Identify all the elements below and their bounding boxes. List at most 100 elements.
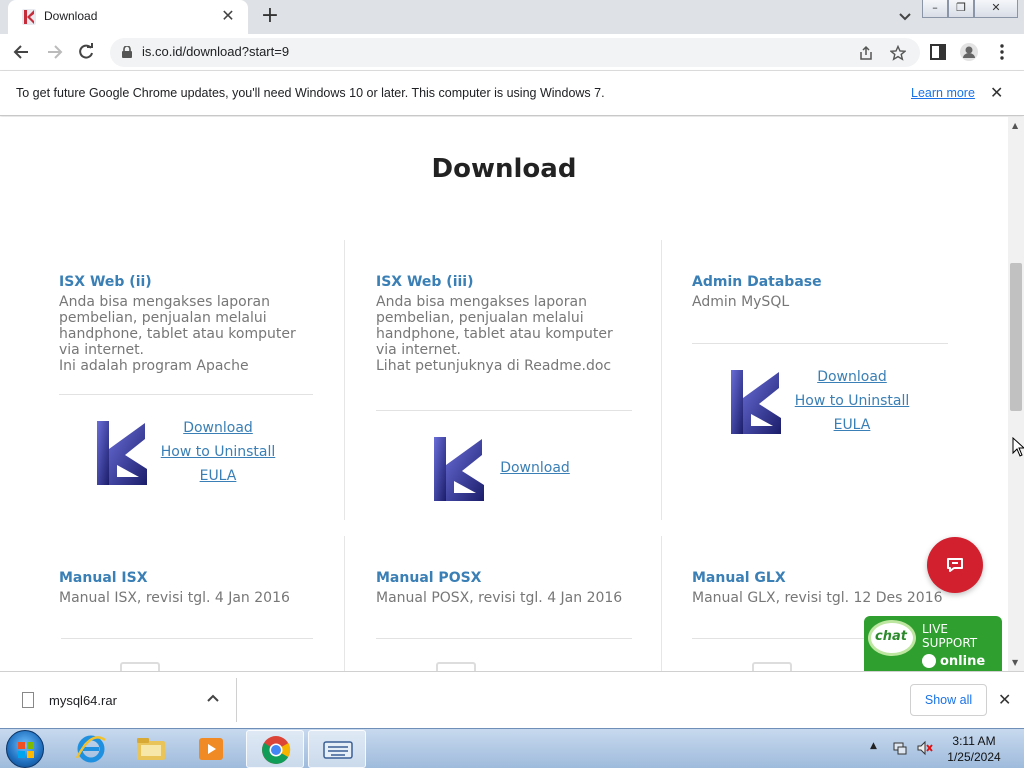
browser-toolbar: is.co.id/download?start=9 [0,34,1024,71]
card-desc-line: Anda bisa mengakses laporan pembelian, p… [376,294,613,358]
site-favicon-icon [22,9,36,25]
tray-expand-icon[interactable]: ▲ [870,741,877,751]
isx-logo-icon [432,435,488,503]
chat-button[interactable] [927,537,983,593]
page-scrollbar[interactable]: ▲ ▼ [1008,117,1024,671]
ie-glyph-icon [75,735,106,763]
column-divider [344,240,345,520]
browser-tab[interactable]: Download ✕ [8,0,248,34]
card-desc-line: Anda bisa mengakses laporan pembelian, p… [59,294,296,358]
download-link[interactable]: Download [792,365,912,389]
address-bar[interactable]: is.co.id/download?start=9 [110,38,920,67]
download-link[interactable]: Download [158,416,278,440]
card-separator [692,343,948,344]
file-icon [22,692,34,708]
live-support-badge[interactable]: chat LIVE SUPPORT online [864,616,1002,671]
page-title: Download [431,154,577,184]
share-icon[interactable] [858,45,874,61]
isx-logo-icon [729,368,785,436]
scroll-down-icon[interactable]: ▼ [1012,658,1018,667]
document-icon [752,662,792,671]
card-description: Manual ISX, revisi tgl. 4 Jan 2016 [59,590,290,606]
tab-search-icon[interactable] [896,8,914,26]
card-description: Anda bisa mengakses laporan pembelian, p… [376,294,636,374]
card-title-isx-web-iii[interactable]: ISX Web (iii) [376,274,474,290]
lock-icon[interactable] [122,46,132,58]
card-description: Anda bisa mengakses laporan pembelian, p… [59,294,319,374]
card-title-isx-web-ii[interactable]: ISX Web (ii) [59,274,152,290]
card-desc-line: Admin MySQL [692,294,790,310]
card-separator [59,394,313,395]
card-title-manual-isx[interactable]: Manual ISX [59,570,148,586]
card-separator [376,638,632,639]
how-to-uninstall-link[interactable]: How to Uninstall [792,389,912,413]
document-icon [436,662,476,671]
card-title-admin-database[interactable]: Admin Database [692,274,822,290]
download-file-name[interactable]: mysql64.rar [49,693,117,708]
chat-bubble-icon [947,558,963,572]
scrollbar-thumb[interactable] [1010,263,1022,411]
menu-kebab-icon[interactable] [992,42,1012,62]
download-links: Download How to Uninstall EULA [158,416,278,488]
download-links: Download How to Uninstall EULA [792,365,912,437]
tab-strip: Download ✕ + – ❐ ✕ [0,0,1024,34]
show-all-button[interactable]: Show all [910,684,987,716]
card-title-manual-glx[interactable]: Manual GLX [692,570,786,586]
chrome-glyph-icon [262,736,291,764]
chrome-taskbar-icon[interactable] [246,730,304,768]
taskbar-clock[interactable]: 3:11 AM 1/25/2024 [938,733,1010,765]
card-description: Admin MySQL [692,294,952,310]
download-shelf: mysql64.rar Show all ✕ [0,671,1024,728]
live-support-line: SUPPORT [922,636,978,650]
chevron-up-icon[interactable] [204,690,222,708]
how-to-uninstall-link[interactable]: How to Uninstall [158,440,278,464]
eula-link[interactable]: EULA [158,464,278,488]
volume-muted-icon[interactable] [916,740,934,756]
mouse-cursor-icon [1012,437,1024,457]
arrow-right-icon [922,654,936,668]
reload-icon[interactable] [76,42,96,62]
minimize-button[interactable]: – [922,0,948,18]
eula-link[interactable]: EULA [792,413,912,437]
file-explorer-icon[interactable] [122,730,180,768]
media-glyph-icon [199,738,223,760]
live-support-line: LIVE [922,622,949,636]
scroll-up-icon[interactable]: ▲ [1012,121,1018,130]
profile-avatar-icon[interactable] [959,42,979,62]
live-support-bubble-text: chat [875,629,907,644]
tab-close-icon[interactable]: ✕ [218,6,238,26]
card-title-manual-posx[interactable]: Manual POSX [376,570,481,586]
clock-date: 1/25/2024 [947,750,1001,764]
restore-button[interactable]: ❐ [948,0,974,18]
media-player-icon[interactable] [182,730,240,768]
network-icon[interactable] [892,740,908,756]
infobar-close-icon[interactable]: ✕ [990,83,1003,102]
forward-icon[interactable] [44,42,64,62]
keyboard-app-icon[interactable] [308,730,366,768]
card-desc-line: Ini adalah program Apache [59,358,249,374]
card-desc-line: Lihat petunjuknya di Readme.doc [376,358,612,374]
bookmark-star-icon[interactable] [890,45,906,61]
download-link[interactable]: Download [498,456,572,480]
card-separator [692,638,872,639]
side-panel-icon[interactable] [928,42,948,62]
tab-title: Download [44,9,98,23]
learn-more-link[interactable]: Learn more [911,86,975,100]
back-icon[interactable] [12,42,32,62]
update-infobar: To get future Google Chrome updates, you… [0,71,1024,116]
window-close-button[interactable]: ✕ [974,0,1018,18]
url-text: is.co.id/download?start=9 [142,44,290,59]
card-description: Manual POSX, revisi tgl. 4 Jan 2016 [376,590,623,606]
start-button[interactable] [6,730,44,768]
clock-time: 3:11 AM [952,734,996,748]
shelf-close-icon[interactable]: ✕ [998,690,1011,709]
page-content: Download ISX Web (ii) Anda bisa mengakse… [0,117,1008,671]
column-divider [661,240,662,520]
shelf-divider [236,678,237,722]
internet-explorer-icon[interactable] [62,730,120,768]
windows-taskbar: ▲ 3:11 AM 1/25/2024 [0,728,1024,768]
download-links: Download [498,456,572,480]
card-separator [61,638,313,639]
new-tab-button[interactable]: + [258,5,282,29]
isx-logo-icon [95,419,151,487]
